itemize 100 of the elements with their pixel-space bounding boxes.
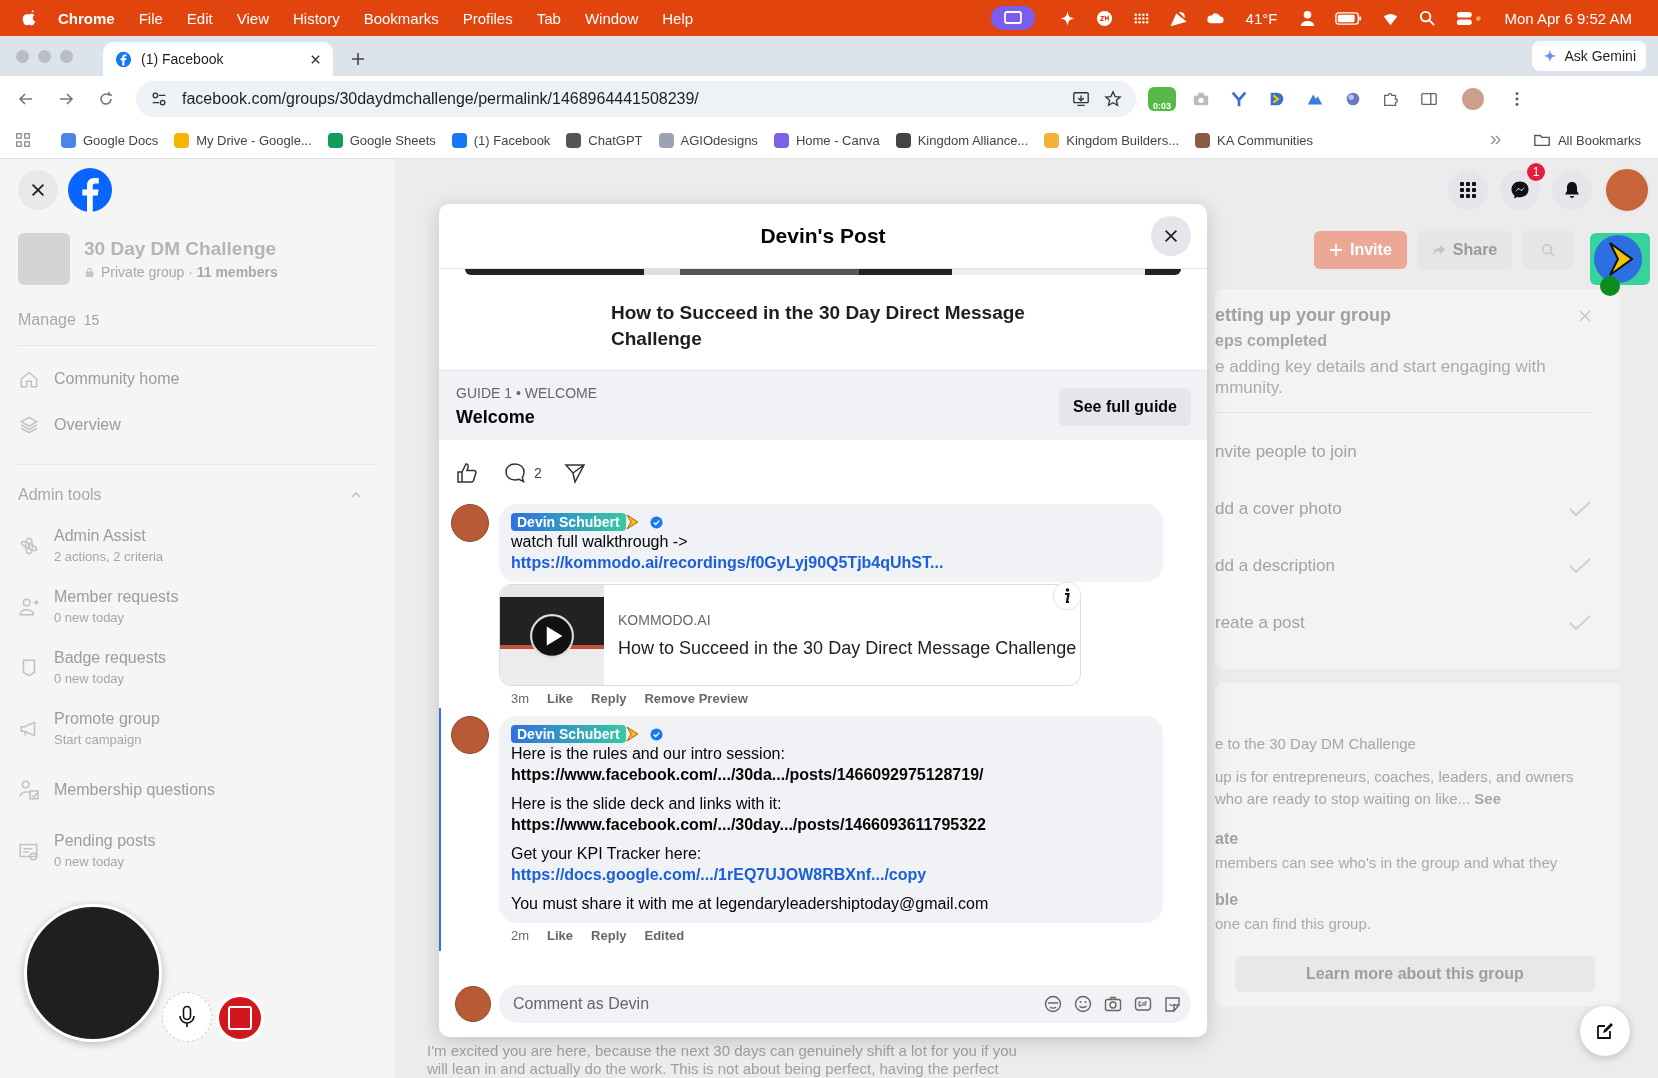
info-icon[interactable] (1052, 581, 1082, 611)
comment-icon[interactable] (504, 462, 526, 484)
app-menu[interactable]: Chrome (58, 9, 115, 27)
menu-item[interactable]: Edit (186, 9, 213, 27)
site-settings-icon[interactable] (150, 90, 168, 108)
learn-more-button[interactable]: Learn more about this group (1235, 956, 1595, 992)
y-logo-icon[interactable] (1230, 90, 1248, 108)
address-field[interactable]: facebook.com/groups/30daydmchallenge/permalink/1468964441508239/ (136, 81, 1136, 117)
sidebar-item[interactable]: Overview (18, 402, 377, 448)
comment-author[interactable]: Devin Schubert (511, 725, 626, 743)
sticker-icon[interactable] (1163, 994, 1183, 1014)
menu-item[interactable]: History (292, 9, 340, 27)
link[interactable]: https://kommodo.ai/recordings/f0GyLyj90Q5Tjb4qUhST... (511, 552, 1151, 573)
setup-step[interactable]: nvite people to join (1215, 441, 1357, 462)
side-panel-icon[interactable] (1420, 90, 1438, 108)
comment-action[interactable]: Like (547, 691, 574, 706)
comment-action[interactable]: Remove Preview (644, 691, 748, 706)
close-button[interactable] (18, 170, 58, 210)
facebook-logo-icon[interactable] (68, 168, 112, 212)
menu-item[interactable]: Tab (536, 9, 561, 27)
menu-item[interactable]: Profiles (462, 9, 513, 27)
close-button[interactable] (1151, 216, 1191, 256)
sidebar-item[interactable]: Membership questions (18, 759, 377, 820)
link-preview-card[interactable]: KOMMODO.AI How to Succeed in the 30 Day Direct Message Challenge (499, 584, 1081, 686)
menu-item[interactable]: Help (662, 9, 694, 27)
sidebar-item[interactable]: Pending posts 0 new today (18, 820, 377, 881)
menu-grid-button[interactable] (1448, 170, 1488, 210)
ask-gemini-button[interactable]: Ask Gemini (1532, 41, 1646, 71)
comment-field[interactable]: Comment as Devin (511, 994, 1033, 1014)
comment-action[interactable]: Reply (591, 928, 627, 943)
comment-action[interactable]: Edited (644, 928, 685, 943)
bookmark[interactable]: AGIOdesigns (653, 132, 763, 148)
bookmark[interactable]: Kingdom Alliance... (890, 132, 1034, 148)
emoji-icon[interactable] (1073, 994, 1093, 1014)
avatar-sticker-icon[interactable] (1043, 994, 1063, 1014)
bookmark[interactable]: (1) Facebook (446, 132, 556, 148)
share-button[interactable]: Share (1416, 231, 1513, 269)
send-icon[interactable] (563, 462, 586, 484)
about-title: e to the 30 Day DM Challenge (1215, 735, 1417, 752)
apple-icon[interactable] (20, 9, 38, 27)
sidebar-item[interactable]: Admin Assist 2 actions, 2 criteria (18, 515, 377, 576)
sidebar-item[interactable]: Badge requests 0 new today (18, 637, 377, 698)
comment-author[interactable]: Devin Schubert (511, 513, 626, 531)
apps-grid-icon[interactable] (14, 131, 32, 149)
compose-button[interactable] (1580, 1006, 1630, 1056)
see-full-guide-button[interactable]: See full guide (1059, 387, 1191, 426)
bookmark[interactable]: My Drive - Google... (169, 132, 317, 148)
comment-box[interactable]: Comment as Devin (499, 985, 1191, 1023)
link[interactable]: https://docs.google.com/.../1rEQ7UJOW8RBXnf.../copy (511, 864, 1151, 885)
account-avatar[interactable] (1604, 167, 1650, 213)
comment-action[interactable]: Like (547, 928, 574, 943)
avatar[interactable] (451, 504, 489, 542)
zoom-icon[interactable] (1094, 8, 1114, 28)
like-icon[interactable] (456, 462, 478, 484)
gif-icon[interactable] (1133, 994, 1153, 1014)
recording-timer-badge[interactable]: 0:03 (1148, 87, 1176, 111)
sidebar-item[interactable]: Community home (18, 356, 377, 402)
bookmark[interactable]: Kingdom Builders... (1039, 132, 1184, 148)
extension-launcher-icon[interactable] (1590, 233, 1650, 297)
avatar[interactable] (455, 986, 491, 1022)
close-icon[interactable] (310, 53, 321, 65)
menu-item[interactable]: Bookmarks (363, 9, 439, 27)
preview-title: How to Succeed in the 30 Day Direct Message Challenge (618, 637, 1077, 659)
bookmark[interactable]: Home - Canva (768, 132, 885, 148)
setup-step[interactable]: dd a cover photo (1215, 498, 1342, 519)
bookmark[interactable]: KA Communities (1190, 132, 1319, 148)
notifications-button[interactable] (1552, 170, 1592, 210)
bookmark[interactable]: Google Sheets (322, 132, 441, 148)
menu-item[interactable]: Window (584, 9, 639, 27)
sparkle-icon[interactable] (1057, 8, 1077, 28)
menu-item[interactable]: File (138, 9, 163, 27)
all-bookmarks-button[interactable]: All Bookmarks (1527, 131, 1646, 149)
admin-tools-header[interactable]: Admin tools (18, 475, 377, 515)
setup-step[interactable]: reate a post (1215, 612, 1305, 633)
sidebar-item[interactable]: Promote group Start campaign (18, 698, 377, 759)
star-icon[interactable] (1104, 90, 1122, 108)
share-arrow-icon (1431, 243, 1446, 257)
search-icon[interactable] (1418, 8, 1438, 28)
comment-text: watch full walkthrough -> (511, 532, 689, 552)
group-cover-thumbnail[interactable] (18, 233, 70, 285)
install-icon[interactable] (1072, 90, 1090, 108)
avatar[interactable] (451, 716, 489, 754)
sphere-icon[interactable] (1344, 90, 1362, 108)
camera-icon[interactable] (1103, 994, 1123, 1014)
close-icon (1162, 227, 1180, 245)
guide-label: GUIDE 1 • WELCOME (456, 385, 598, 401)
play-icon[interactable] (529, 613, 575, 659)
comment-action[interactable]: Reply (591, 691, 627, 706)
setup-step[interactable]: dd a description (1215, 555, 1336, 576)
about-item-text: members can see who's in the group and what they (1215, 854, 1559, 871)
browser-tab[interactable]: (1) Facebook (103, 42, 333, 76)
microphone-icon (177, 1005, 197, 1029)
puzzle-icon[interactable] (1382, 90, 1400, 108)
d-arrow-icon[interactable] (1268, 90, 1286, 108)
bookmark[interactable]: ChatGPT (561, 132, 648, 148)
bookmark[interactable]: Google Docs (56, 132, 164, 148)
sidebar-item[interactable]: Member requests 0 new today (18, 576, 377, 637)
new-tab-icon[interactable] (351, 52, 365, 66)
screen-share-icon[interactable] (990, 6, 1035, 30)
menu-item[interactable]: View (236, 9, 269, 27)
